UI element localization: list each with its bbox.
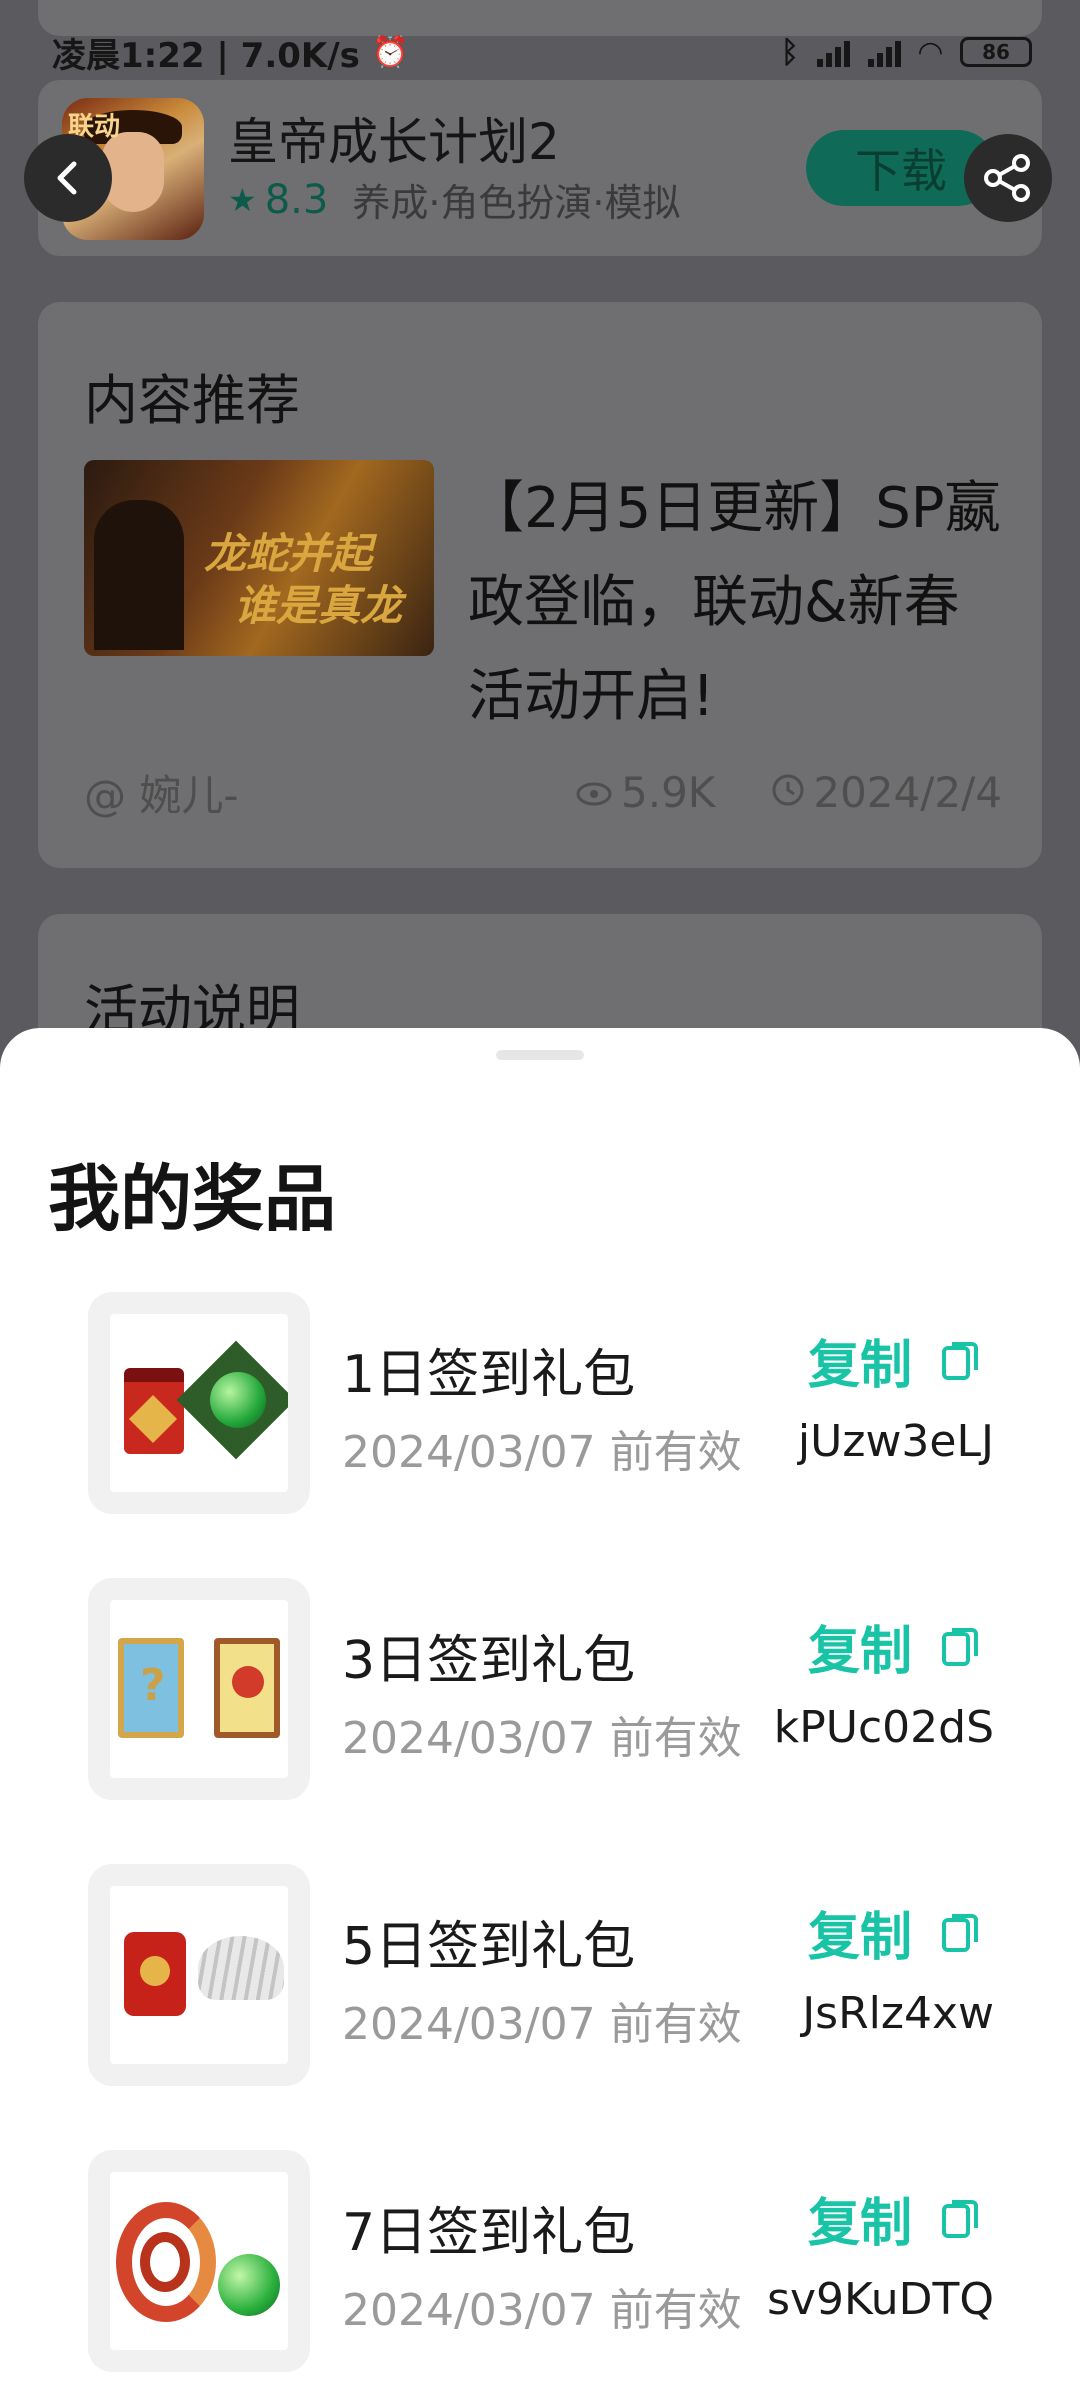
thumbnail-figure: [94, 500, 184, 650]
app-rating: ★ 8.3 养成·角色扮演·模拟: [228, 172, 680, 227]
article-date: 2024/2/4: [813, 767, 1002, 817]
signal-icon: [816, 37, 850, 67]
recommend-section-title: 内容推荐: [84, 369, 300, 432]
prize-code[interactable]: JsRlz4xw: [802, 1988, 994, 2039]
copy-button[interactable]: 复制: [808, 1902, 980, 1968]
copy-label: 复制: [808, 1335, 913, 1396]
prize-item: 5日签到礼包 2024/03/07 前有效 复制 JsRlz4xw: [0, 1864, 1080, 2086]
battery-level: 86: [982, 40, 1010, 64]
clock-icon: [771, 768, 805, 817]
bluetooth-icon: ᛒ: [780, 34, 799, 70]
prize-item: 7日签到礼包 2024/03/07 前有效 复制 sv9KuDTQ: [0, 2150, 1080, 2372]
chevron-left-icon: [57, 161, 77, 195]
status-bar: 凌晨1:22 | 7.0K/s ⏰ ᛒ ◠ 86: [52, 30, 1032, 76]
copy-icon: [942, 1342, 979, 1380]
prize-name: 7日签到礼包: [342, 2203, 636, 2263]
copy-button[interactable]: 复制: [808, 1330, 980, 1396]
share-icon: [984, 154, 1030, 202]
article-meta: @ 婉儿- 5.9K 2024/2/4: [84, 762, 1002, 822]
copy-icon: [942, 2200, 979, 2238]
star-icon: ★: [228, 180, 257, 219]
copy-icon: [942, 1914, 979, 1952]
green-orb-image: [218, 2254, 280, 2316]
prize-thumbnail: ?: [88, 1578, 310, 1800]
prize-name: 3日签到礼包: [342, 1631, 636, 1691]
prize-code[interactable]: sv9KuDTQ: [767, 2274, 994, 2325]
copy-icon: [942, 1628, 979, 1666]
prize-code[interactable]: kPUc02dS: [774, 1702, 994, 1753]
rating-value: 8.3: [264, 176, 329, 223]
prize-item: ? 3日签到礼包 2024/03/07 前有效 复制 kPUc02dS: [0, 1578, 1080, 1800]
mystery-card-image: ?: [118, 1638, 184, 1738]
thumbnail-caption-2: 谁是真龙: [234, 581, 403, 630]
prize-item: 1日签到礼包 2024/03/07 前有效 复制 jUzw3eLJ: [0, 1292, 1080, 1514]
shell-image: [198, 1936, 284, 2000]
prize-valid-date: 2024/03/07 前有效: [342, 1427, 742, 1478]
alarm-icon: ⏰: [371, 34, 410, 70]
wifi-icon: ◠: [918, 34, 942, 70]
battery-icon: 86: [960, 37, 1032, 67]
status-time-speed: 凌晨1:22 | 7.0K/s: [52, 35, 360, 76]
fire-dragon-coil: [140, 2232, 190, 2292]
prize-valid-date: 2024/03/07 前有效: [342, 2285, 742, 2336]
prizes-bottom-sheet: 我的奖品 1日签到礼包 2024/03/07 前有效 复制 jUzw3eLJ ?…: [0, 1028, 1080, 2400]
share-button[interactable]: [964, 134, 1052, 222]
prize-valid-date: 2024/03/07 前有效: [342, 1713, 742, 1764]
red-envelope-image: [124, 1368, 184, 1454]
copy-label: 复制: [808, 1621, 913, 1682]
prize-thumbnail: [88, 2150, 310, 2372]
eye-icon: [575, 768, 613, 817]
copy-label: 复制: [808, 2193, 913, 2254]
copy-button[interactable]: 复制: [808, 1616, 980, 1682]
app-title: 皇帝成长计划2: [228, 113, 560, 171]
prize-thumbnail: [88, 1864, 310, 2086]
prize-valid-date: 2024/03/07 前有效: [342, 1999, 742, 2050]
sheet-drag-handle[interactable]: [496, 1050, 584, 1060]
prize-name: 1日签到礼包: [342, 1345, 636, 1405]
article-title[interactable]: 【2月5日更新】SP嬴政登临，联动&新春活动开启!: [468, 462, 1008, 744]
sheet-title: 我的奖品: [48, 1157, 337, 1241]
signal-icon: [867, 37, 901, 67]
portrait-card-image: [214, 1638, 280, 1738]
article-views: 5.9K: [621, 767, 716, 817]
back-button[interactable]: [24, 134, 112, 222]
prize-thumbnail: [88, 1292, 310, 1514]
green-orb-image: [210, 1372, 266, 1428]
copy-label: 复制: [808, 1907, 913, 1968]
app-tags: 养成·角色扮演·模拟: [352, 181, 681, 225]
copy-button[interactable]: 复制: [808, 2188, 980, 2254]
prize-code[interactable]: jUzw3eLJ: [798, 1416, 994, 1467]
article-author: @ 婉儿-: [84, 770, 239, 820]
prize-name: 5日签到礼包: [342, 1917, 636, 1977]
red-pouch-image: [124, 1932, 186, 2016]
article-thumbnail[interactable]: 龙蛇并起 谁是真龙: [84, 460, 434, 656]
